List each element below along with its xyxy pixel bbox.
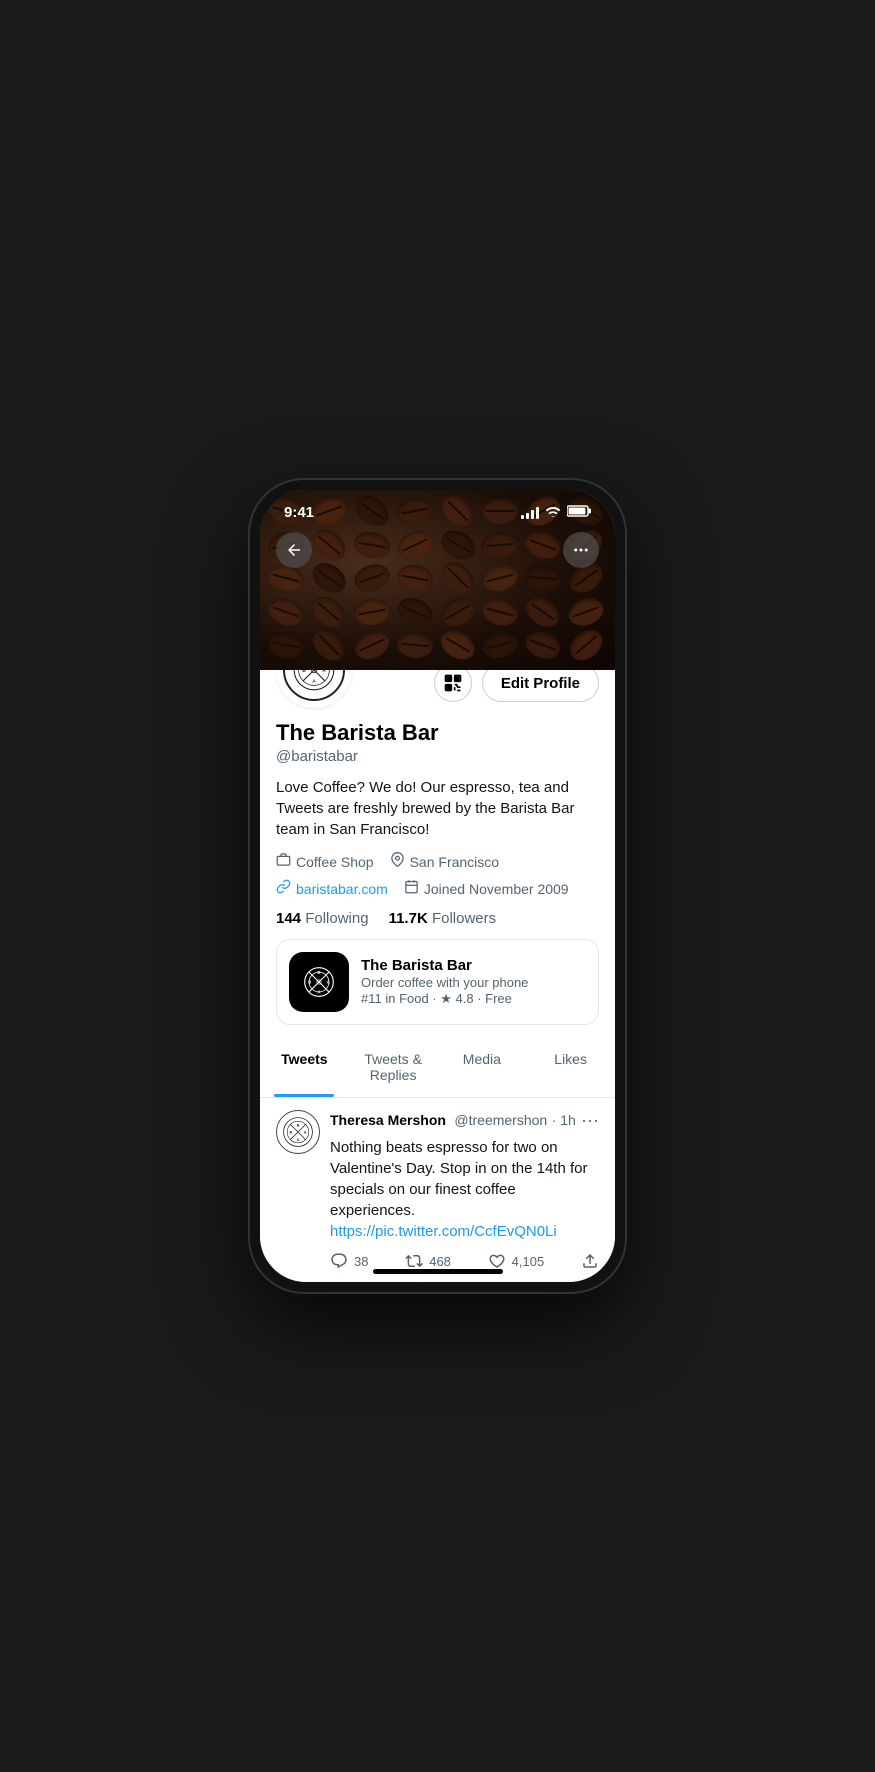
status-bar: 9:41 xyxy=(260,490,615,527)
tweet-1-like-button[interactable]: 4,105 xyxy=(488,1252,545,1270)
svg-text:A: A xyxy=(322,670,326,674)
svg-text:B: B xyxy=(308,980,311,985)
avatar-logo: B B A A xyxy=(283,670,345,701)
battery-icon xyxy=(567,505,591,520)
edit-profile-button[interactable]: Edit Profile xyxy=(482,670,599,702)
tweet-1-actions: 38 468 4,105 xyxy=(330,1252,599,1270)
location-icon xyxy=(390,852,405,871)
app-meta: #11 in Food · ★ 4.8 · Free xyxy=(361,991,586,1007)
category-text: Coffee Shop xyxy=(296,854,374,870)
meta-row-1: Coffee Shop San Francisco xyxy=(276,852,599,871)
joined-text: Joined November 2009 xyxy=(424,881,569,897)
tabs: Tweets Tweets & Replies Media Likes xyxy=(260,1037,615,1098)
followers-count[interactable]: 11.7K Followers xyxy=(389,910,497,927)
tab-tweets[interactable]: Tweets xyxy=(260,1037,349,1097)
svg-text:B: B xyxy=(289,1131,292,1135)
tweet-1-reply-button[interactable]: 38 xyxy=(330,1252,368,1270)
tweet-1-retweet-button[interactable]: 468 xyxy=(405,1252,451,1270)
app-name: The Barista Bar xyxy=(361,957,586,974)
app-info: The Barista Bar Order coffee with your p… xyxy=(361,957,586,1007)
back-button[interactable] xyxy=(276,532,312,568)
meta-location: San Francisco xyxy=(390,852,499,871)
link-icon xyxy=(276,879,291,898)
tweet-1-link[interactable]: https://pic.twitter.com/CcfEvQN0Li xyxy=(330,1223,557,1240)
app-card[interactable]: B B A A The Barista Bar Order coffee wit… xyxy=(276,939,599,1025)
profile-info: The Barista Bar @baristabar Love Coffee?… xyxy=(260,720,615,927)
tab-tweets-replies[interactable]: Tweets & Replies xyxy=(349,1037,438,1097)
tweet-1-timestamp: 1h xyxy=(560,1112,576,1128)
bio: Love Coffee? We do! Our espresso, tea an… xyxy=(276,777,599,840)
tab-likes[interactable]: Likes xyxy=(526,1037,615,1097)
svg-text:B: B xyxy=(317,970,320,975)
meta-website[interactable]: baristabar.com xyxy=(276,879,388,898)
tweet-1-content: Theresa Mershon @treemershon · 1h ··· No… xyxy=(330,1110,599,1270)
follow-row: 144 Following 11.7K Followers xyxy=(276,910,599,927)
tweet-1-header: Theresa Mershon @treemershon · 1h ··· xyxy=(330,1110,599,1131)
website-link[interactable]: baristabar.com xyxy=(296,881,388,897)
svg-text:B: B xyxy=(302,670,306,674)
avatar-actions: Edit Profile xyxy=(434,670,599,708)
avatar-row: B B A A xyxy=(260,670,615,708)
more-button[interactable] xyxy=(563,532,599,568)
display-name: The Barista Bar xyxy=(276,720,599,746)
tweet-1-avatar: B B A A xyxy=(276,1110,320,1154)
home-indicator xyxy=(373,1269,503,1274)
tweet-1: B B A A Theresa Mershon @treemershon · 1… xyxy=(260,1098,615,1282)
briefcase-icon xyxy=(276,852,291,871)
app-description: Order coffee with your phone xyxy=(361,975,586,990)
meta-joined: Joined November 2009 xyxy=(404,879,569,898)
calendar-icon xyxy=(404,879,419,898)
tweet-1-time: · xyxy=(552,1112,561,1128)
tab-media[interactable]: Media xyxy=(438,1037,527,1097)
svg-text:A: A xyxy=(312,679,316,685)
tweet-1-share-button[interactable] xyxy=(581,1252,599,1270)
app-icon: B B A A xyxy=(289,952,349,1012)
tweet-1-text: Nothing beats espresso for two on Valent… xyxy=(330,1137,599,1242)
qr-button[interactable] xyxy=(434,670,472,702)
meta-category: Coffee Shop xyxy=(276,852,374,871)
status-icons xyxy=(521,505,591,520)
cover-nav xyxy=(260,532,615,568)
tweet-1-author: Theresa Mershon xyxy=(330,1112,446,1128)
svg-text:B: B xyxy=(297,1124,300,1128)
location-text: San Francisco xyxy=(410,854,499,870)
svg-text:A: A xyxy=(297,1139,300,1143)
signal-bars-icon xyxy=(521,507,539,519)
meta-row-2: baristabar.com Joined November 2009 xyxy=(276,879,599,898)
following-count[interactable]: 144 Following xyxy=(276,910,369,927)
profile-section: B B A A xyxy=(260,670,615,1282)
wifi-icon xyxy=(545,505,561,520)
avatar: B B A A xyxy=(276,670,352,708)
tweet-1-more-button[interactable]: ··· xyxy=(581,1110,599,1131)
status-time: 9:41 xyxy=(284,504,314,521)
tweet-1-handle: @treemershon xyxy=(454,1112,547,1128)
username: @baristabar xyxy=(276,748,599,765)
svg-text:A: A xyxy=(304,1131,307,1135)
